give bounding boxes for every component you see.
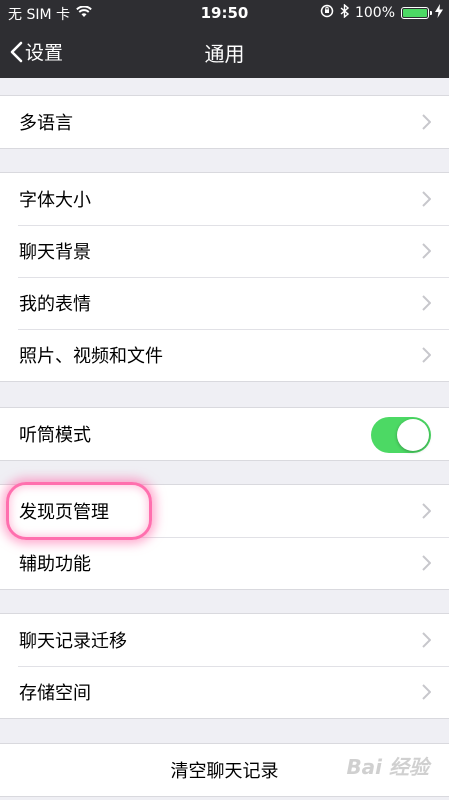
settings-group-display: 字体大小 聊天背景 我的表情 照片、视频和文件: [0, 172, 449, 382]
settings-group-features: 发现页管理 辅助功能: [0, 484, 449, 590]
watermark: Bai 经验: [346, 755, 429, 779]
list-item-font-size[interactable]: 字体大小: [0, 173, 449, 225]
list-item-label: 听筒模式: [19, 425, 91, 446]
list-item-label: 辅助功能: [19, 554, 91, 575]
list-item-accessibility[interactable]: 辅助功能: [0, 537, 449, 589]
chevron-right-icon: [422, 684, 431, 700]
chevron-right-icon: [422, 555, 431, 571]
toggle-knob: [397, 419, 429, 451]
settings-group-storage: 聊天记录迁移 存储空间: [0, 613, 449, 719]
nav-bar: 设置 通用: [0, 26, 449, 78]
battery-percent: 100%: [354, 5, 395, 21]
list-item-discover-management[interactable]: 发现页管理: [0, 485, 449, 537]
settings-group-language: 多语言: [0, 95, 449, 149]
list-item-label: 存储空间: [19, 683, 91, 704]
battery-icon: [401, 7, 432, 19]
list-item-label: 我的表情: [19, 294, 91, 315]
orientation-lock-icon: [320, 4, 334, 22]
list-item-chat-background[interactable]: 聊天背景: [0, 225, 449, 277]
chevron-right-icon: [422, 114, 431, 130]
list-item-label: 多语言: [19, 113, 73, 134]
list-item-media-files[interactable]: 照片、视频和文件: [0, 329, 449, 381]
list-item-language[interactable]: 多语言: [0, 96, 449, 148]
chevron-right-icon: [422, 191, 431, 207]
settings-group-earpiece: 听筒模式: [0, 407, 449, 461]
status-bar: 无 SIM 卡 19:50 100%: [0, 0, 449, 26]
list-item-storage[interactable]: 存储空间: [0, 666, 449, 718]
bluetooth-icon: [340, 3, 350, 22]
chevron-right-icon: [422, 503, 431, 519]
chevron-right-icon: [422, 632, 431, 648]
chevron-right-icon: [422, 295, 431, 311]
earpiece-mode-toggle[interactable]: [371, 417, 431, 453]
page-title: 通用: [204, 42, 245, 66]
chevron-right-icon: [422, 243, 431, 259]
list-item-stickers[interactable]: 我的表情: [0, 277, 449, 329]
list-item-label: 聊天背景: [19, 242, 91, 263]
list-item-label: 照片、视频和文件: [19, 346, 163, 367]
charging-icon: [435, 4, 443, 22]
chevron-right-icon: [422, 347, 431, 363]
list-item-chat-migration[interactable]: 聊天记录迁移: [0, 614, 449, 666]
clear-chat-history-label: 清空聊天记录: [170, 761, 279, 782]
list-item-label: 发现页管理: [19, 502, 109, 523]
list-item-earpiece-mode: 听筒模式: [0, 408, 449, 460]
top-bar: 无 SIM 卡 19:50 100% 设置 通用: [0, 0, 449, 78]
list-item-label: 字体大小: [19, 190, 91, 211]
list-item-label: 聊天记录迁移: [19, 631, 127, 652]
